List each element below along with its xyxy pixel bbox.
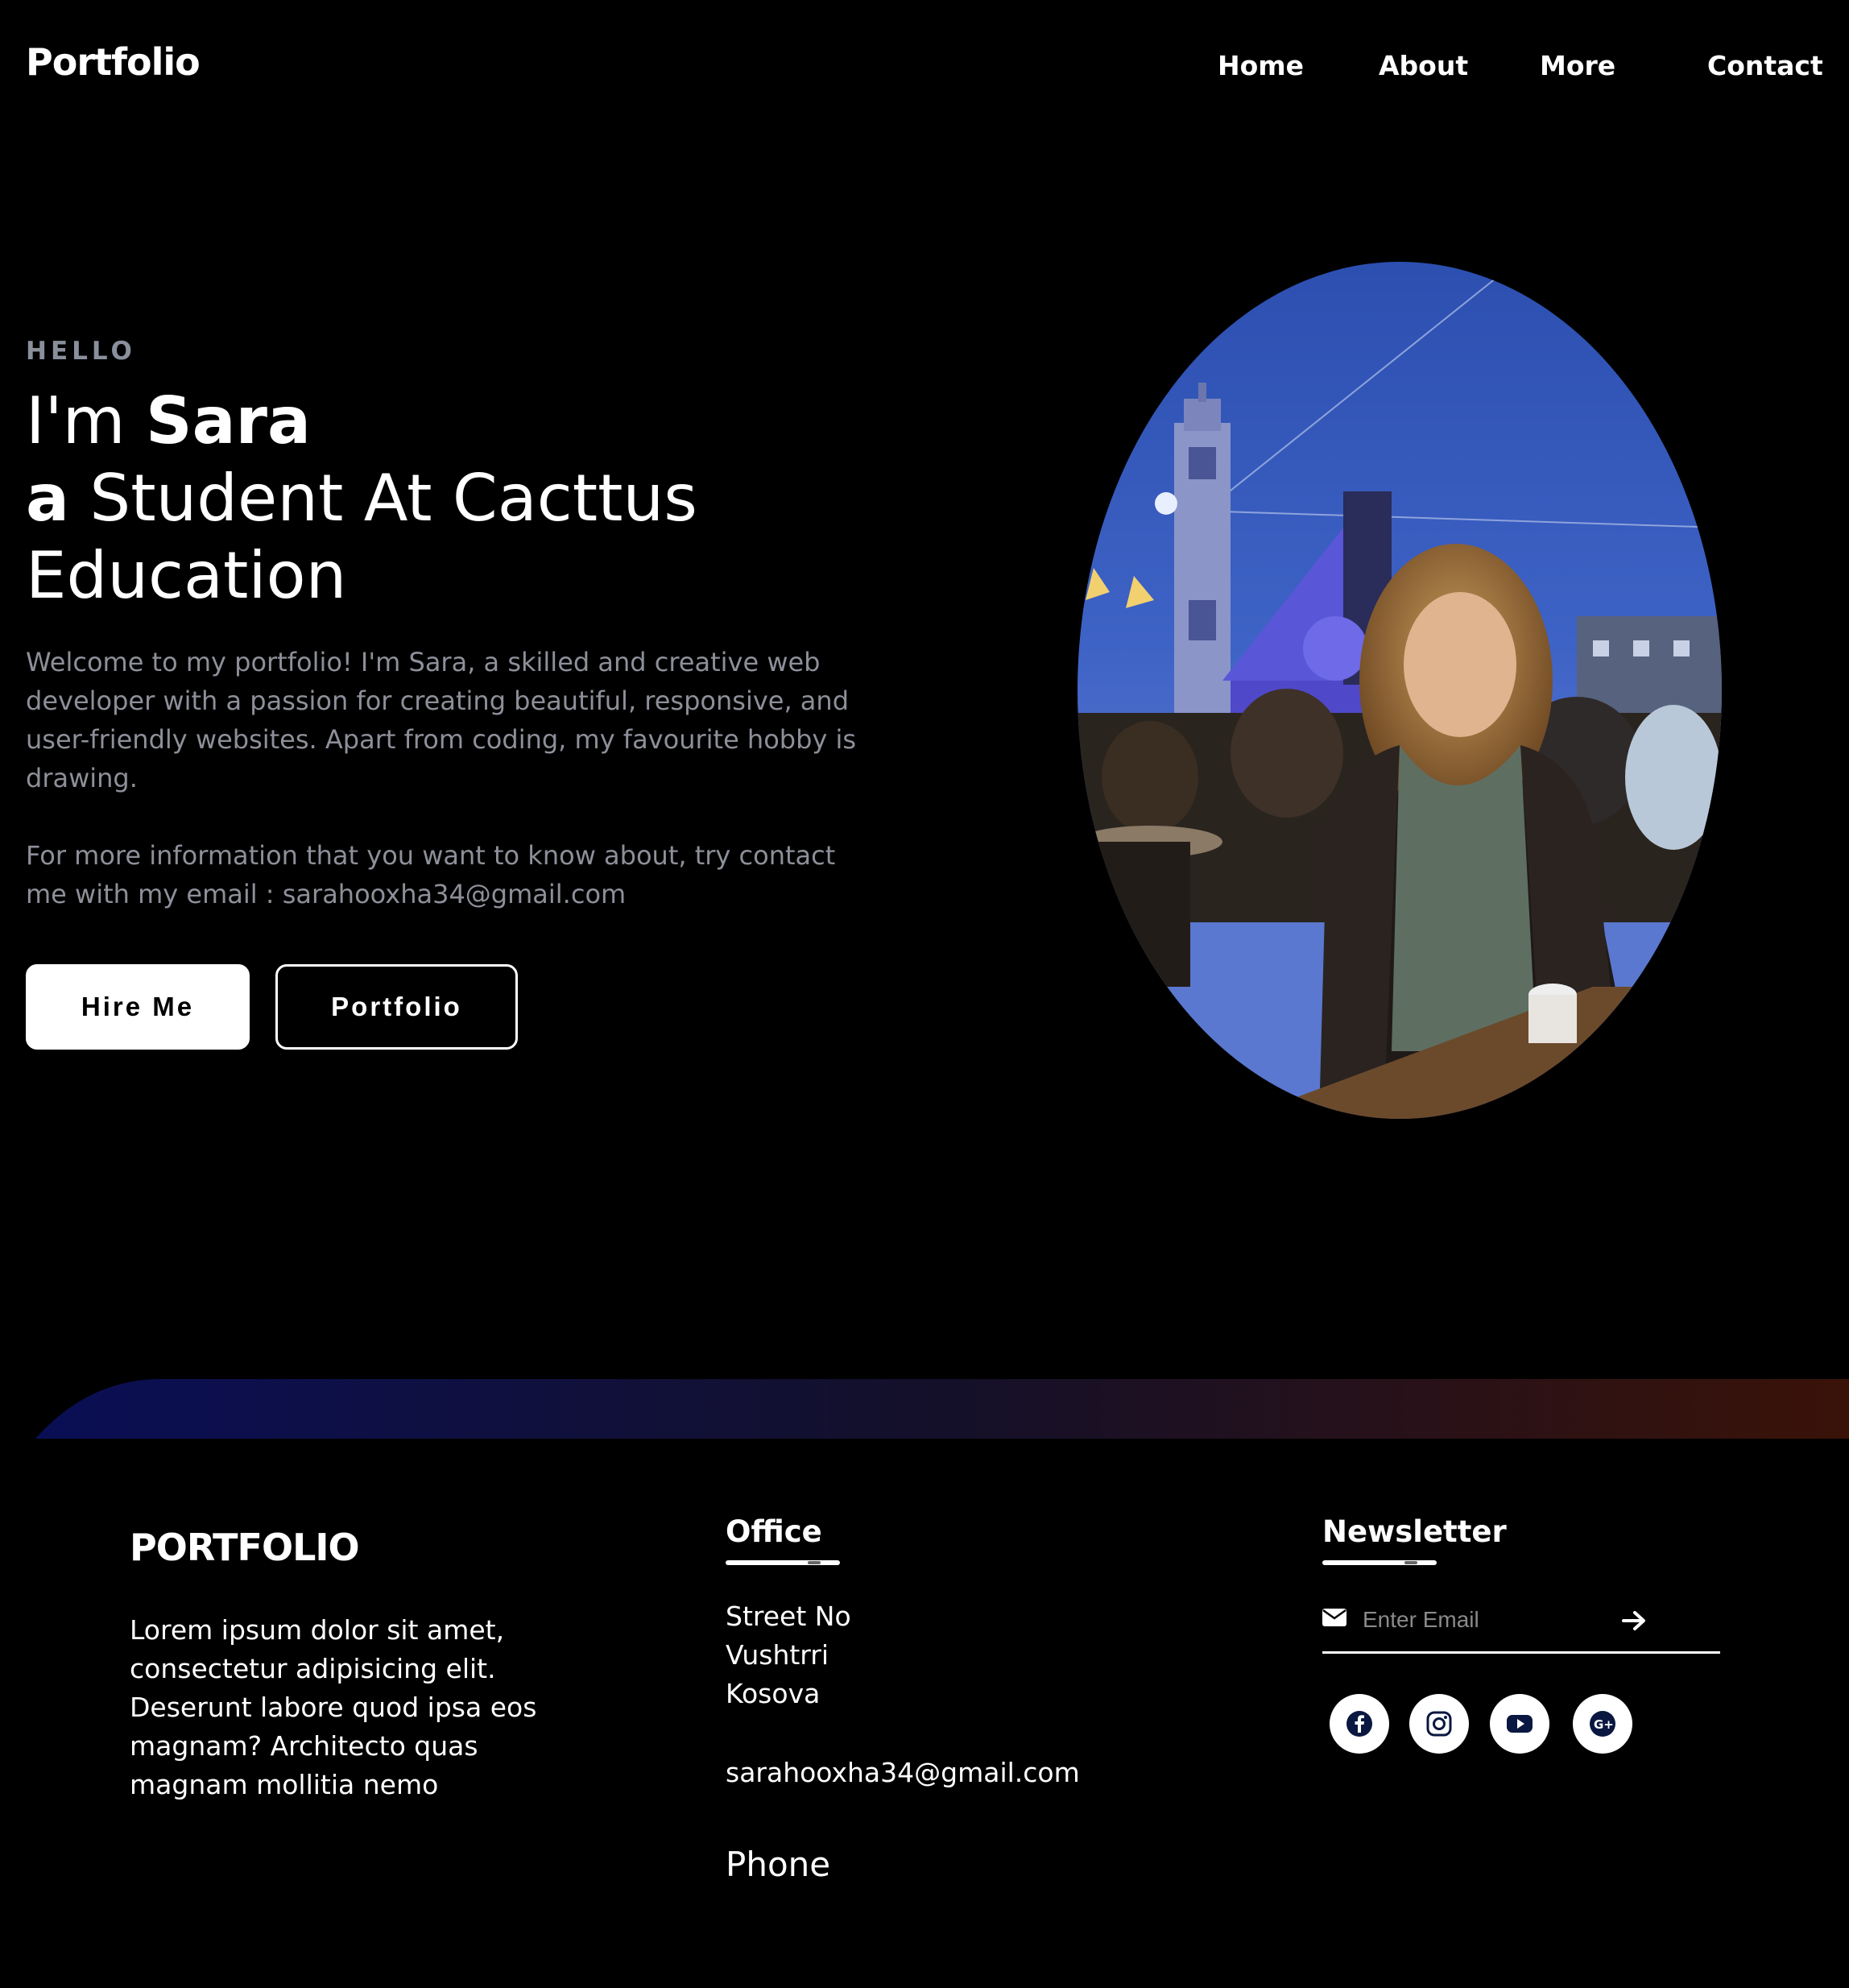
section-wave-divider (35, 1379, 1849, 1439)
office-address: Street No Vushtrri Kosova (726, 1597, 1080, 1713)
newsletter-form (1322, 1594, 1720, 1654)
profile-photo-illustration (1078, 262, 1722, 1119)
nav-more-link[interactable]: More (1540, 50, 1615, 81)
headline-name: Sara (145, 383, 311, 458)
google-plus-icon: G+ (1590, 1711, 1615, 1737)
arrow-right-icon[interactable] (1620, 1609, 1648, 1633)
address-country: Kosova (726, 1678, 821, 1709)
nav-about-link[interactable]: About (1379, 50, 1468, 81)
instagram-link[interactable] (1409, 1694, 1469, 1754)
headline-role-end: Education (26, 538, 347, 613)
address-city: Vushtrri (726, 1639, 829, 1671)
headline-role: Student At Cacttus (68, 461, 697, 536)
office-title: Office (726, 1514, 822, 1549)
footer-brand-column: PORTFOLIO Lorem ipsum dolor sit amet, co… (130, 1514, 548, 1804)
office-phone: Phone (726, 1845, 831, 1884)
newsletter-title: Newsletter (1322, 1514, 1507, 1549)
footer-office-column: Office Street No Vushtrri Kosova sarahoo… (726, 1514, 1080, 1884)
svg-text:G+: G+ (1594, 1717, 1614, 1732)
hero-paragraph-intro: Welcome to my portfolio! I'm Sara, a ski… (26, 647, 857, 793)
social-links: G+ (1322, 1694, 1720, 1754)
headline-article: a (26, 461, 69, 536)
profile-photo (1078, 262, 1722, 1119)
facebook-icon (1346, 1711, 1372, 1737)
google-plus-link[interactable]: G+ (1573, 1694, 1632, 1754)
hero-paragraph-contact: For more information that you want to kn… (26, 840, 836, 909)
facebook-link[interactable] (1330, 1694, 1389, 1754)
office-title-underline (726, 1560, 840, 1565)
hero-headline: I'm Sara a Student At Cacttus Education (26, 383, 697, 615)
nav-home-link[interactable]: Home (1218, 50, 1304, 81)
hire-me-button[interactable]: Hire Me (26, 964, 250, 1050)
headline-prefix: I'm (26, 383, 146, 458)
portfolio-button[interactable]: Portfolio (275, 964, 518, 1050)
footer-brand-text: Lorem ipsum dolor sit amet, consectetur … (130, 1614, 537, 1800)
office-email[interactable]: sarahooxha34@gmail.com (726, 1757, 1080, 1788)
youtube-icon (1507, 1715, 1533, 1733)
footer-newsletter-column: Newsletter Enter Email G+ (1322, 1514, 1720, 1754)
hero-greeting: HELLO (26, 337, 136, 366)
newsletter-title-underline (1322, 1560, 1437, 1565)
top-navbar: Portfolio Home About More Contact (0, 0, 1849, 137)
instagram-icon (1426, 1711, 1452, 1737)
youtube-link[interactable] (1490, 1694, 1549, 1754)
hero-description: Welcome to my portfolio! I'm Sara, a ski… (26, 643, 879, 913)
newsletter-email-input[interactable] (1363, 1602, 1636, 1638)
address-street: Street No (726, 1601, 851, 1632)
envelope-icon (1322, 1609, 1346, 1626)
nav-contact-link[interactable]: Contact (1707, 50, 1823, 81)
footer-brand-title: PORTFOLIO (130, 1526, 360, 1569)
site-logo[interactable]: Portfolio (26, 40, 201, 84)
